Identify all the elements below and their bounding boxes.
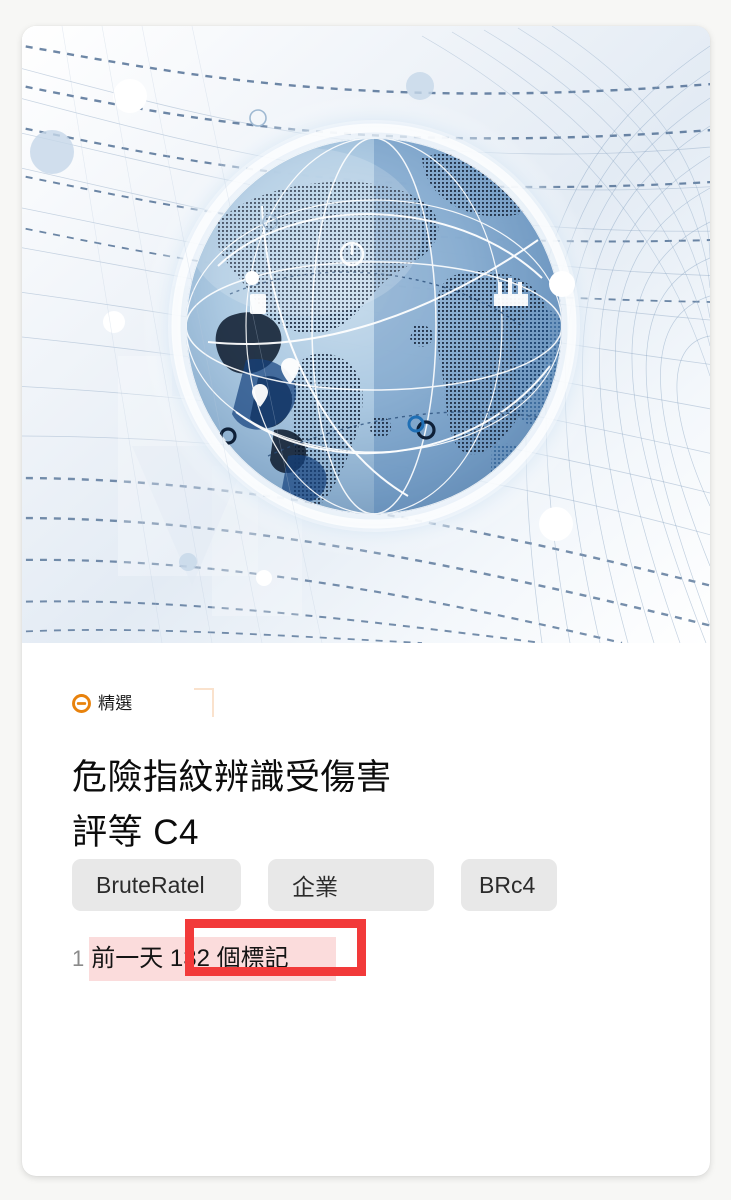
globe-network-illustration (22, 26, 710, 643)
page-title: 危險指紋辨識受傷害 評等 C4 (72, 750, 672, 860)
minus-circle-icon (72, 693, 91, 713)
title-line-1: 危險指紋辨識受傷害 (72, 758, 392, 798)
article-card[interactable]: 精選 危險指紋辨識受傷害 評等 C4 BruteRatel 企業 BRc4 1 … (22, 26, 710, 1176)
tag-chip[interactable]: BRc4 (461, 859, 557, 911)
tag-list: BruteRatel 企業 BRc4 (72, 859, 557, 911)
hero-image (22, 26, 710, 643)
featured-badge: 精選 (72, 688, 214, 717)
card-body: 精選 危險指紋辨識受傷害 評等 C4 BruteRatel 企業 BRc4 1 … (22, 643, 710, 1176)
tag-chip[interactable]: BruteRatel (72, 859, 241, 911)
meta-index: 1 (72, 946, 85, 971)
decorative-bracket-artifact (194, 688, 214, 717)
meta-row: 1 前一天 132 個標記 (72, 937, 337, 981)
featured-label: 精選 (98, 693, 133, 713)
meta-highlighted-text: 前一天 132 個標記 (89, 937, 337, 981)
tag-chip[interactable]: 企業 (268, 859, 434, 911)
title-line-2: 評等 C4 (72, 813, 199, 853)
